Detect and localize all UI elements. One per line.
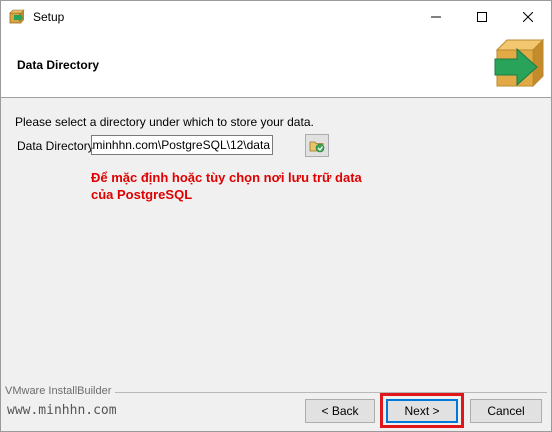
maximize-icon bbox=[477, 11, 487, 22]
data-directory-input[interactable]: C:\minhhn.com\PostgreSQL\12\data bbox=[91, 135, 273, 155]
annotation-line-2: của PostgreSQL bbox=[91, 187, 193, 202]
builder-label: VMware InstallBuilder bbox=[5, 385, 116, 397]
maximize-button[interactable] bbox=[459, 1, 505, 32]
minimize-icon bbox=[431, 16, 441, 17]
annotation-line-1: Để mặc định hoặc tùy chọn nơi lưu trữ da… bbox=[91, 170, 362, 185]
instruction-text: Please select a directory under which to… bbox=[15, 115, 314, 129]
folder-browse-icon bbox=[309, 141, 325, 152]
data-directory-label: Data Directory bbox=[17, 139, 94, 153]
minimize-button[interactable] bbox=[413, 1, 459, 32]
close-button[interactable] bbox=[505, 1, 551, 32]
title-bar[interactable]: Setup bbox=[1, 1, 551, 32]
installer-box-arrow-icon bbox=[494, 38, 545, 88]
tutorial-annotation: Để mặc định hoặc tùy chọn nơi lưu trữ da… bbox=[91, 169, 362, 203]
window-title: Setup bbox=[33, 10, 65, 24]
app-icon bbox=[9, 9, 25, 24]
close-icon bbox=[523, 11, 533, 22]
back-button[interactable]: < Back bbox=[305, 399, 375, 423]
setup-window: Setup Data Directory Please select a dir… bbox=[0, 0, 552, 432]
site-watermark: www.minhhn.com bbox=[7, 403, 117, 418]
browse-button[interactable] bbox=[305, 134, 329, 157]
cancel-button[interactable]: Cancel bbox=[470, 399, 542, 423]
data-directory-value: C:\minhhn.com\PostgreSQL\12\data bbox=[91, 138, 270, 152]
next-button[interactable]: Next > bbox=[386, 399, 458, 423]
header-banner: Data Directory bbox=[1, 32, 551, 98]
page-title: Data Directory bbox=[17, 58, 100, 72]
